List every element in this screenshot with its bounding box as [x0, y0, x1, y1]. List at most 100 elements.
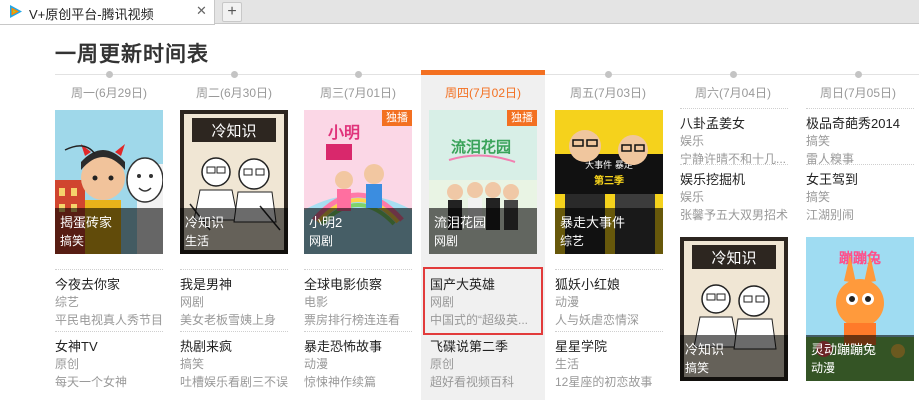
poster-title: 流泪花园	[434, 215, 487, 230]
poster-card[interactable]: 冷知识 冷知识 搞笑	[680, 237, 788, 381]
list-item[interactable]: 暴走恐怖故事 动漫 惊悚神作续篇	[304, 331, 416, 389]
poster-card[interactable]: 揭蛋砖家 搞笑	[55, 110, 163, 254]
divider	[304, 269, 412, 270]
poster-card[interactable]: 大事件 暴走 第三季 暴走大事件 综艺	[555, 110, 663, 254]
day-tab-thu[interactable]: 周四(7月02日)	[421, 70, 545, 104]
timeline-dot	[730, 71, 737, 78]
day-tab-label: 周日(7月05日)	[819, 86, 896, 100]
item-title: 女神TV	[55, 339, 98, 354]
poster-card[interactable]: 冷知识 冷知识 生活	[180, 110, 288, 254]
poster-category: 网剧	[309, 234, 334, 248]
list-item[interactable]: 狐妖小红娘 动漫 人与妖虐恋情深	[555, 269, 667, 327]
poster-title: 暴走大事件	[560, 215, 626, 230]
item-description: 平民电视真人秀节目	[55, 313, 164, 327]
item-title: 今夜去你家	[55, 277, 121, 292]
list-item[interactable]: 我是男神 网剧 美女老板雪姨上身	[180, 269, 292, 327]
day-tab-label: 周二(6月30日)	[195, 86, 272, 100]
item-category: 搞笑	[180, 357, 205, 371]
day-tab-label: 周五(7月03日)	[569, 86, 646, 100]
divider	[555, 269, 663, 270]
item-category: 生活	[555, 357, 580, 371]
item-category: 动漫	[555, 295, 580, 309]
timeline-dot	[231, 71, 238, 78]
item-title: 女王驾到	[806, 172, 859, 187]
poster-category: 搞笑	[60, 234, 85, 248]
poster-card[interactable]: 蹦蹦兔 灵动蹦蹦兔 动漫	[806, 237, 914, 381]
divider	[55, 269, 163, 270]
item-description: 张馨予五大双男招术	[680, 208, 789, 222]
day-tab-fri[interactable]: 周五(7月03日)	[546, 70, 670, 104]
divider	[806, 164, 914, 165]
exclusive-badge: 独播	[507, 110, 537, 126]
browser-tab-strip: V+原创平台-腾讯视频 ✕ +	[0, 0, 919, 25]
item-category: 原创	[55, 357, 80, 371]
day-tab-mon[interactable]: 周一(6月29日)	[47, 70, 171, 104]
day-tab-label: 周一(6月29日)	[70, 86, 147, 100]
svg-text:冷知识: 冷知识	[211, 122, 256, 140]
page-title: 一周更新时间表	[55, 43, 209, 66]
page-root: V+原创平台-腾讯视频 ✕ + 一周更新时间表 周一(6月29日) 周二(6月3…	[0, 0, 919, 400]
divider	[304, 331, 412, 332]
item-description: 票房排行榜连连看	[304, 313, 401, 327]
selection-highlight	[423, 267, 543, 335]
poster-category: 网剧	[434, 234, 459, 248]
list-item[interactable]: 女神TV 原创 每天一个女神	[55, 331, 167, 389]
list-item[interactable]: 飞碟说第二季 原创 超好看视频百科	[430, 331, 542, 389]
list-item[interactable]: 娱乐挖掘机 娱乐 张馨予五大双男招术	[680, 164, 792, 222]
item-description: 美女老板雪姨上身	[180, 313, 277, 327]
day-tab-label: 周六(7月04日)	[694, 86, 771, 100]
item-title: 全球电影侦察	[304, 277, 383, 292]
item-description: 吐槽娱乐看剧三不误	[180, 375, 289, 389]
poster-category: 生活	[185, 234, 210, 248]
poster-category: 综艺	[560, 234, 585, 248]
item-description: 江湖别闹	[806, 208, 855, 222]
tab-title: V+原创平台-腾讯视频	[29, 7, 154, 22]
list-item[interactable]: 热剧来疯 搞笑 吐槽娱乐看剧三不误	[180, 331, 292, 389]
timeline-dot	[605, 71, 612, 78]
day-tab-wed[interactable]: 周三(7月01日)	[296, 70, 420, 104]
exclusive-badge: 独播	[382, 110, 412, 126]
item-title: 热剧来疯	[180, 339, 233, 354]
item-category: 娱乐	[680, 134, 705, 148]
list-item[interactable]: 女王驾到 搞笑 江湖别闹	[806, 164, 918, 222]
poster-logo-text: 蹦蹦兔	[839, 250, 881, 267]
item-description: 12星座的初恋故事	[555, 375, 653, 389]
timeline-dot	[106, 71, 113, 78]
item-title: 飞碟说第二季	[430, 339, 509, 354]
item-description: 每天一个女神	[55, 375, 128, 389]
divider	[180, 331, 288, 332]
divider	[55, 331, 163, 332]
divider	[180, 269, 288, 270]
list-item[interactable]: 今夜去你家 综艺 平民电视真人秀节目	[55, 269, 167, 327]
day-tab-label: 周四(7月02日)	[444, 86, 521, 100]
poster-card[interactable]: 小明 独播 小明2 网剧	[304, 110, 412, 254]
divider	[555, 331, 663, 332]
list-item[interactable]: 全球电影侦察 电影 票房排行榜连连看	[304, 269, 416, 327]
list-item[interactable]: 极品奇葩秀2014 搞笑 雷人糗事	[806, 108, 918, 166]
browser-tab[interactable]: V+原创平台-腾讯视频 ✕	[0, 0, 215, 25]
list-item[interactable]: 八卦孟姜女 娱乐 宁静许晴不和十几...	[680, 108, 792, 166]
item-category: 动漫	[304, 357, 329, 371]
poster-title: 冷知识	[185, 215, 225, 230]
poster-title: 揭蛋砖家	[60, 215, 113, 230]
svg-text:第三季: 第三季	[594, 174, 625, 187]
item-category: 综艺	[55, 295, 80, 309]
tencent-video-logo-icon	[8, 4, 23, 19]
day-tab-label: 周三(7月01日)	[319, 86, 396, 100]
item-category: 娱乐	[680, 190, 705, 204]
divider	[680, 108, 788, 109]
poster-title: 小明2	[309, 215, 343, 230]
item-category: 电影	[304, 295, 329, 309]
day-tab-sun[interactable]: 周日(7月05日)	[796, 70, 919, 104]
day-tab-sat[interactable]: 周六(7月04日)	[671, 70, 795, 104]
timeline-dot	[355, 71, 362, 78]
new-tab-button[interactable]: +	[222, 2, 242, 22]
list-item[interactable]: 星星学院 生活 12星座的初恋故事	[555, 331, 667, 389]
divider	[680, 164, 788, 165]
poster-card[interactable]: 流泪花园 独播 流泪花园 网剧	[429, 110, 537, 254]
item-title: 八卦孟姜女	[680, 116, 746, 131]
poster-title: 灵动蹦蹦兔	[811, 342, 877, 357]
day-tab-tue[interactable]: 周二(6月30日)	[172, 70, 296, 104]
item-title: 娱乐挖掘机	[680, 172, 746, 187]
close-icon[interactable]: ✕	[196, 3, 207, 19]
